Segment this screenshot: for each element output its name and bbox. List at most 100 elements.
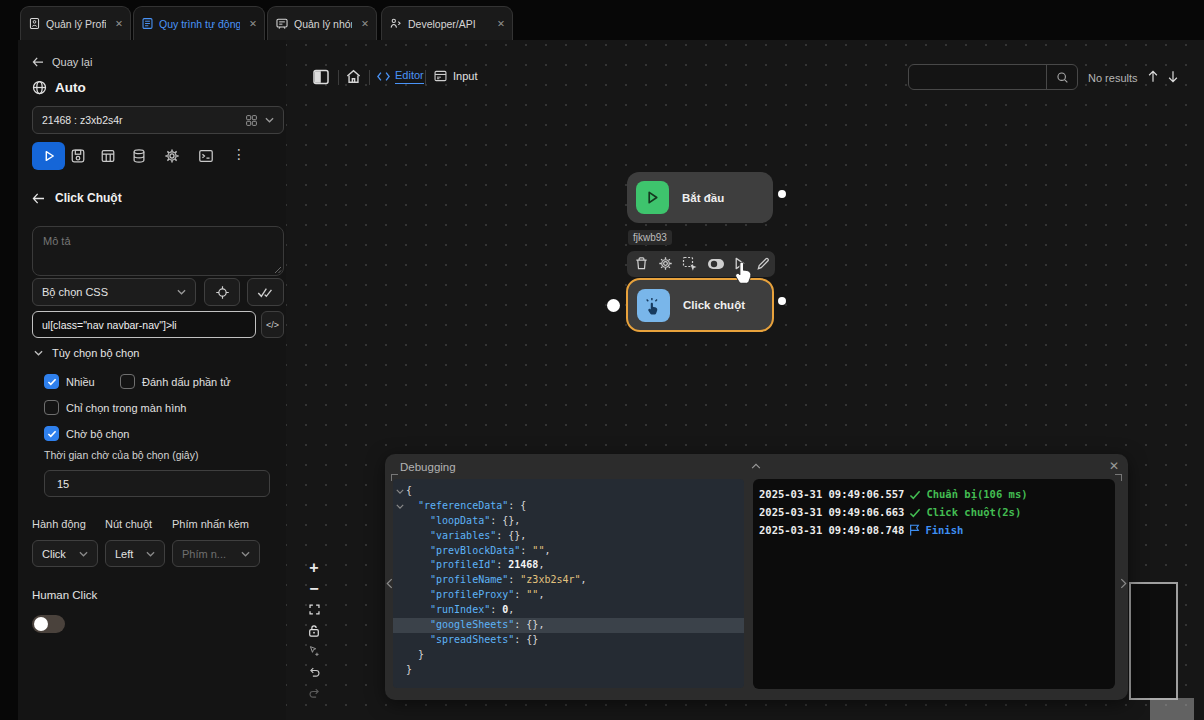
lock-button[interactable] xyxy=(303,620,325,641)
redo-button[interactable] xyxy=(303,683,325,704)
debug-json-viewer[interactable]: {"referenceData": {"loopData": {},"varia… xyxy=(393,479,744,688)
save-button[interactable] xyxy=(70,148,86,164)
enable-toggle-button[interactable] xyxy=(707,258,725,270)
timeout-input[interactable]: 15 xyxy=(44,470,270,497)
start-node-label: Bắt đầu xyxy=(682,192,724,204)
pick-element-button[interactable] xyxy=(204,278,240,306)
selector-value-input[interactable]: ul[class="nav navbar-nav"]>li xyxy=(32,311,256,338)
back-link[interactable]: Quay lại xyxy=(32,56,92,68)
tab-2[interactable]: Quy trình tự động✕ xyxy=(133,6,265,40)
sidebar-toggle-button[interactable] xyxy=(312,68,330,86)
scroll-right-button[interactable] xyxy=(1120,578,1127,589)
node-start[interactable]: Bắt đầu xyxy=(627,172,773,223)
more-button[interactable]: ⋮ xyxy=(232,146,246,162)
node-settings-button[interactable] xyxy=(658,256,673,271)
action-select[interactable]: Click xyxy=(32,540,98,567)
tab-editor-label: Editor xyxy=(395,69,424,84)
checkbox-viewport-only-label: Chỉ chọn trong màn hình xyxy=(66,402,186,414)
tab-3[interactable]: Quản lý nhóm ✕ xyxy=(267,6,377,40)
verify-selector-button[interactable] xyxy=(247,278,284,306)
check-icon xyxy=(904,490,926,500)
checkbox-mark-element[interactable] xyxy=(120,374,135,389)
app-root: Quản lý Profile✕Quy trình tự động✕Quản l… xyxy=(0,0,1204,720)
grid-icon xyxy=(245,114,258,127)
checkbox-wait-selector[interactable] xyxy=(44,426,59,441)
fit-view-button[interactable] xyxy=(303,599,325,620)
collapse-json-icon[interactable] xyxy=(396,504,404,509)
selection-mode-button[interactable] xyxy=(303,641,325,662)
modifier-key-select-value: Phím n... xyxy=(182,548,226,560)
search-next-button[interactable] xyxy=(1167,69,1179,84)
node-click[interactable]: Click chuột xyxy=(626,278,774,332)
code-button[interactable]: </> xyxy=(261,311,284,338)
checkbox-multiple-label: Nhiều xyxy=(66,376,95,388)
close-tab-icon[interactable]: ✕ xyxy=(245,18,257,29)
divider xyxy=(338,70,339,85)
terminal-button[interactable] xyxy=(198,148,214,164)
back-label: Quay lại xyxy=(52,56,92,68)
search-button[interactable] xyxy=(1047,71,1077,84)
auto-title-row: Auto xyxy=(32,80,86,95)
click-node-output-port[interactable] xyxy=(778,297,786,305)
modifier-key-select[interactable]: Phím n... xyxy=(172,540,260,567)
zoom-in-button[interactable]: + xyxy=(303,557,325,578)
collapse-panel-button[interactable] xyxy=(751,463,761,469)
run-button[interactable] xyxy=(32,142,65,170)
profile-select[interactable]: 21468 : z3xb2s4r xyxy=(32,106,284,134)
block-id-badge: fjkwb93 xyxy=(628,230,672,245)
log-line: 2025-03-31 09:49:06.557Chuẩn bị(106 ms) xyxy=(759,486,1115,504)
debug-log-output[interactable]: 2025-03-31 09:49:06.557Chuẩn bị(106 ms)2… xyxy=(753,479,1115,689)
chevron-down-icon xyxy=(34,350,43,356)
checkbox-viewport-only[interactable] xyxy=(44,400,59,415)
table-button[interactable] xyxy=(100,148,116,164)
description-textarea[interactable] xyxy=(32,226,284,276)
workflow-canvas[interactable]: Editor Input No results Bắt đầu fjkwb93 xyxy=(286,40,1204,720)
human-click-toggle[interactable] xyxy=(32,615,65,633)
check-icon xyxy=(904,508,926,518)
home-button[interactable] xyxy=(345,68,362,85)
tab-input[interactable]: Input xyxy=(433,69,477,83)
scroll-left-button[interactable] xyxy=(386,578,393,589)
search-input[interactable] xyxy=(908,64,1078,90)
zoom-out-button[interactable]: − xyxy=(303,578,325,599)
start-node-output-port[interactable] xyxy=(778,190,786,198)
close-tab-icon[interactable]: ✕ xyxy=(357,18,369,29)
database-button[interactable] xyxy=(131,148,147,164)
minimap-viewport[interactable] xyxy=(1150,698,1194,720)
tab-4[interactable]: Developer/API✕ xyxy=(381,6,513,40)
json-line: "profileProxy": "", xyxy=(393,588,744,603)
select-element-button[interactable] xyxy=(682,256,698,272)
block-title: Click Chuột xyxy=(55,191,122,205)
selector-options-header[interactable]: Tùy chọn bộ chọn xyxy=(34,347,139,359)
json-line: { xyxy=(393,484,744,499)
selector-type-select[interactable]: Bộ chọn CSS xyxy=(32,278,196,306)
sidebar: Quay lại Auto 21468 : z3xb2s4r ⋮ Click C… xyxy=(18,40,286,720)
resize-handle[interactable] xyxy=(274,266,282,274)
edit-node-button[interactable] xyxy=(756,256,771,271)
undo-button[interactable] xyxy=(303,662,325,683)
tab-1[interactable]: Quản lý Profile✕ xyxy=(20,6,131,40)
close-panel-button[interactable]: ✕ xyxy=(1109,459,1119,473)
toggle-knob xyxy=(34,617,48,631)
collapse-json-icon[interactable] xyxy=(396,489,404,494)
close-tab-icon[interactable]: ✕ xyxy=(111,18,123,29)
mouse-button-select[interactable]: Left xyxy=(105,540,165,567)
click-hand-icon xyxy=(644,296,663,315)
globe-icon xyxy=(32,80,47,95)
delete-node-button[interactable] xyxy=(634,256,649,271)
search-prev-button[interactable] xyxy=(1147,69,1159,84)
minimap[interactable] xyxy=(1129,582,1178,700)
click-node-input-port[interactable] xyxy=(607,299,620,312)
arrow-left-icon[interactable] xyxy=(32,193,45,204)
group-icon xyxy=(275,17,289,30)
settings-button[interactable] xyxy=(164,148,180,164)
tab-editor[interactable]: Editor xyxy=(377,69,424,84)
divider xyxy=(425,70,426,85)
tab-label: Quản lý nhóm xyxy=(294,18,352,30)
checkbox-multiple[interactable] xyxy=(44,374,59,389)
block-header: Click Chuột xyxy=(32,191,122,205)
close-tab-icon[interactable]: ✕ xyxy=(493,18,505,29)
resize-corner[interactable] xyxy=(1115,474,1122,481)
json-line: "referenceData": { xyxy=(393,499,744,514)
page-title: Auto xyxy=(55,80,86,95)
